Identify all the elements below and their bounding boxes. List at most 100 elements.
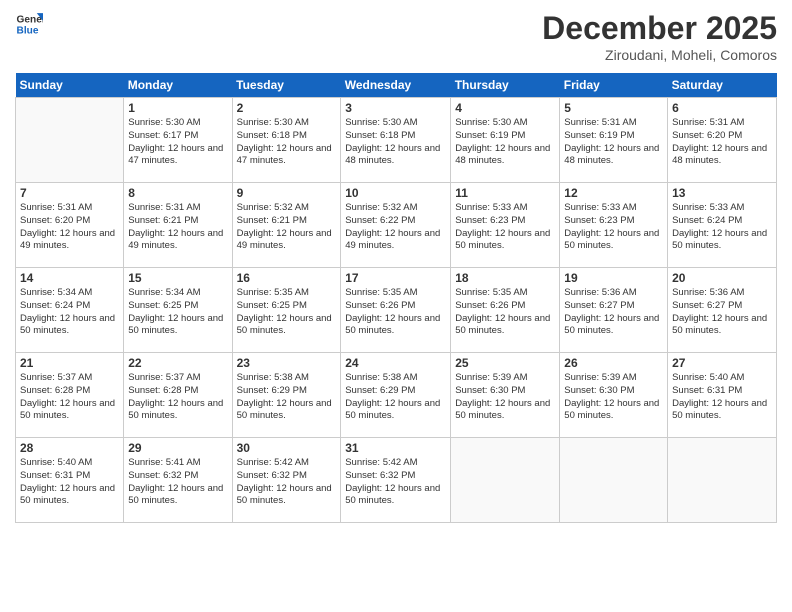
day-number: 22 xyxy=(128,356,227,370)
day-cell: 15 Sunrise: 5:34 AM Sunset: 6:25 PM Dayli… xyxy=(124,268,232,353)
day-cell: 24 Sunrise: 5:38 AM Sunset: 6:29 PM Dayli… xyxy=(341,353,451,438)
day-number: 16 xyxy=(237,271,337,285)
day-number: 5 xyxy=(564,101,663,115)
day-info: Sunrise: 5:31 AM Sunset: 6:19 PM Dayligh… xyxy=(564,117,663,168)
days-header-row: SundayMondayTuesdayWednesdayThursdayFrid… xyxy=(16,73,777,98)
day-info: Sunrise: 5:32 AM Sunset: 6:22 PM Dayligh… xyxy=(345,202,446,253)
day-info: Sunrise: 5:35 AM Sunset: 6:26 PM Dayligh… xyxy=(345,287,446,338)
month-title: December 2025 xyxy=(542,10,777,47)
day-cell: 5 Sunrise: 5:31 AM Sunset: 6:19 PM Daylig… xyxy=(560,98,668,183)
day-info: Sunrise: 5:31 AM Sunset: 6:20 PM Dayligh… xyxy=(672,117,772,168)
day-cell: 30 Sunrise: 5:42 AM Sunset: 6:32 PM Dayli… xyxy=(232,438,341,523)
day-header-wednesday: Wednesday xyxy=(341,73,451,98)
day-number: 18 xyxy=(455,271,555,285)
day-number: 15 xyxy=(128,271,227,285)
calendar-table: SundayMondayTuesdayWednesdayThursdayFrid… xyxy=(15,73,777,523)
day-info: Sunrise: 5:40 AM Sunset: 6:31 PM Dayligh… xyxy=(20,457,119,508)
day-cell: 14Sunrise: 5:34 AM Sunset: 6:24 PM Dayli… xyxy=(16,268,124,353)
day-number: 31 xyxy=(345,441,446,455)
day-header-saturday: Saturday xyxy=(668,73,777,98)
day-cell: 17 Sunrise: 5:35 AM Sunset: 6:26 PM Dayli… xyxy=(341,268,451,353)
day-cell: 9 Sunrise: 5:32 AM Sunset: 6:21 PM Daylig… xyxy=(232,183,341,268)
day-info: Sunrise: 5:30 AM Sunset: 6:19 PM Dayligh… xyxy=(455,117,555,168)
day-cell: 21 Sunrise: 5:37 AM Sunset: 6:28 PM Dayli… xyxy=(16,353,124,438)
day-header-sunday: Sunday xyxy=(16,73,124,98)
day-cell xyxy=(560,438,668,523)
day-cell: 31 Sunrise: 5:42 AM Sunset: 6:32 PM Dayli… xyxy=(341,438,451,523)
day-cell: 29Sunrise: 5:41 AM Sunset: 6:32 PM Dayli… xyxy=(124,438,232,523)
day-cell xyxy=(16,98,124,183)
day-cell: 4 Sunrise: 5:30 AM Sunset: 6:19 PM Daylig… xyxy=(451,98,560,183)
day-info: Sunrise: 5:36 AM Sunset: 6:27 PM Dayligh… xyxy=(672,287,772,338)
day-number: 28 xyxy=(20,441,119,455)
week-row-5: 28 Sunrise: 5:40 AM Sunset: 6:31 PM Dayli… xyxy=(16,438,777,523)
day-cell: 26Sunrise: 5:39 AM Sunset: 6:30 PM Dayli… xyxy=(560,353,668,438)
location: Ziroudani, Moheli, Comoros xyxy=(542,47,777,63)
day-number: 13 xyxy=(672,186,772,200)
day-cell: 3Sunrise: 5:30 AM Sunset: 6:18 PM Daylig… xyxy=(341,98,451,183)
day-cell: 7 Sunrise: 5:31 AM Sunset: 6:20 PM Daylig… xyxy=(16,183,124,268)
day-number: 8 xyxy=(128,186,227,200)
day-number: 2 xyxy=(237,101,337,115)
day-number: 21 xyxy=(20,356,119,370)
day-number: 17 xyxy=(345,271,446,285)
day-number: 1 xyxy=(128,101,227,115)
day-header-thursday: Thursday xyxy=(451,73,560,98)
week-row-2: 7 Sunrise: 5:31 AM Sunset: 6:20 PM Daylig… xyxy=(16,183,777,268)
day-cell: 2 Sunrise: 5:30 AM Sunset: 6:18 PM Daylig… xyxy=(232,98,341,183)
week-row-4: 21 Sunrise: 5:37 AM Sunset: 6:28 PM Dayli… xyxy=(16,353,777,438)
day-info: Sunrise: 5:32 AM Sunset: 6:21 PM Dayligh… xyxy=(237,202,337,253)
day-info: Sunrise: 5:35 AM Sunset: 6:26 PM Dayligh… xyxy=(455,287,555,338)
day-cell: 13 Sunrise: 5:33 AM Sunset: 6:24 PM Dayli… xyxy=(668,183,777,268)
day-number: 12 xyxy=(564,186,663,200)
day-number: 25 xyxy=(455,356,555,370)
day-cell: 25 Sunrise: 5:39 AM Sunset: 6:30 PM Dayli… xyxy=(451,353,560,438)
day-info: Sunrise: 5:33 AM Sunset: 6:24 PM Dayligh… xyxy=(672,202,772,253)
day-info: Sunrise: 5:42 AM Sunset: 6:32 PM Dayligh… xyxy=(345,457,446,508)
day-number: 20 xyxy=(672,271,772,285)
day-cell: 27Sunrise: 5:40 AM Sunset: 6:31 PM Dayli… xyxy=(668,353,777,438)
day-number: 30 xyxy=(237,441,337,455)
week-row-3: 14Sunrise: 5:34 AM Sunset: 6:24 PM Dayli… xyxy=(16,268,777,353)
day-info: Sunrise: 5:39 AM Sunset: 6:30 PM Dayligh… xyxy=(455,372,555,423)
day-cell: 11 Sunrise: 5:33 AM Sunset: 6:23 PM Dayli… xyxy=(451,183,560,268)
day-cell: 1 Sunrise: 5:30 AM Sunset: 6:17 PM Daylig… xyxy=(124,98,232,183)
day-cell: 18 Sunrise: 5:35 AM Sunset: 6:26 PM Dayli… xyxy=(451,268,560,353)
day-info: Sunrise: 5:42 AM Sunset: 6:32 PM Dayligh… xyxy=(237,457,337,508)
day-info: Sunrise: 5:37 AM Sunset: 6:28 PM Dayligh… xyxy=(128,372,227,423)
day-cell: 19Sunrise: 5:36 AM Sunset: 6:27 PM Dayli… xyxy=(560,268,668,353)
day-cell: 20 Sunrise: 5:36 AM Sunset: 6:27 PM Dayli… xyxy=(668,268,777,353)
day-number: 4 xyxy=(455,101,555,115)
day-header-monday: Monday xyxy=(124,73,232,98)
day-number: 6 xyxy=(672,101,772,115)
day-cell: 28 Sunrise: 5:40 AM Sunset: 6:31 PM Dayli… xyxy=(16,438,124,523)
day-info: Sunrise: 5:33 AM Sunset: 6:23 PM Dayligh… xyxy=(455,202,555,253)
day-info: Sunrise: 5:31 AM Sunset: 6:21 PM Dayligh… xyxy=(128,202,227,253)
day-number: 29 xyxy=(128,441,227,455)
day-cell xyxy=(668,438,777,523)
day-info: Sunrise: 5:37 AM Sunset: 6:28 PM Dayligh… xyxy=(20,372,119,423)
day-number: 24 xyxy=(345,356,446,370)
day-number: 11 xyxy=(455,186,555,200)
title-block: December 2025 Ziroudani, Moheli, Comoros xyxy=(542,10,777,63)
day-number: 23 xyxy=(237,356,337,370)
day-info: Sunrise: 5:38 AM Sunset: 6:29 PM Dayligh… xyxy=(345,372,446,423)
day-info: Sunrise: 5:35 AM Sunset: 6:25 PM Dayligh… xyxy=(237,287,337,338)
day-header-tuesday: Tuesday xyxy=(232,73,341,98)
day-info: Sunrise: 5:40 AM Sunset: 6:31 PM Dayligh… xyxy=(672,372,772,423)
day-number: 7 xyxy=(20,186,119,200)
day-info: Sunrise: 5:31 AM Sunset: 6:20 PM Dayligh… xyxy=(20,202,119,253)
day-info: Sunrise: 5:39 AM Sunset: 6:30 PM Dayligh… xyxy=(564,372,663,423)
svg-text:General: General xyxy=(17,14,43,25)
day-number: 10 xyxy=(345,186,446,200)
day-cell: 6 Sunrise: 5:31 AM Sunset: 6:20 PM Daylig… xyxy=(668,98,777,183)
day-number: 9 xyxy=(237,186,337,200)
svg-text:Blue: Blue xyxy=(17,25,39,36)
day-info: Sunrise: 5:36 AM Sunset: 6:27 PM Dayligh… xyxy=(564,287,663,338)
day-number: 3 xyxy=(345,101,446,115)
day-info: Sunrise: 5:30 AM Sunset: 6:18 PM Dayligh… xyxy=(237,117,337,168)
day-number: 14 xyxy=(20,271,119,285)
logo-icon: General Blue xyxy=(15,10,43,38)
day-info: Sunrise: 5:30 AM Sunset: 6:17 PM Dayligh… xyxy=(128,117,227,168)
day-info: Sunrise: 5:34 AM Sunset: 6:25 PM Dayligh… xyxy=(128,287,227,338)
